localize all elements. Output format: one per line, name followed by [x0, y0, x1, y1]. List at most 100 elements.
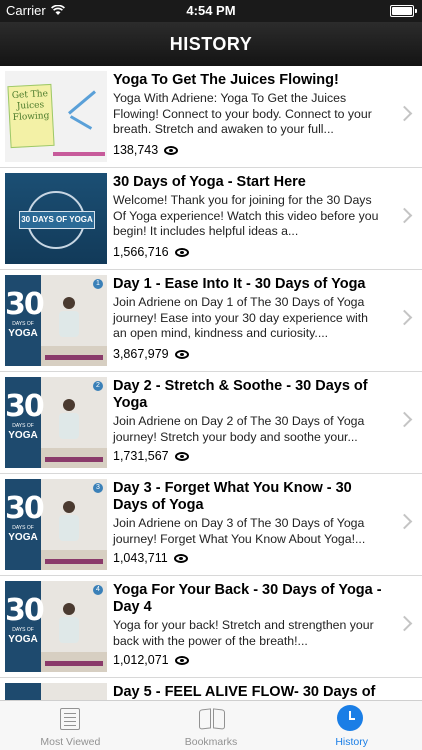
history-list[interactable]: Get The Juices Flowing Yoga To Get The J…: [0, 66, 422, 700]
video-description: Join Adriene on Day 3 of The 30 Days of …: [113, 516, 366, 546]
list-item[interactable]: Get The Juices Flowing Yoga To Get The J…: [0, 66, 422, 168]
list-item[interactable]: Day 5 - FEEL ALIVE FLOW- 30 Days of: [0, 678, 422, 700]
tab-label: History: [335, 736, 369, 748]
chevron-right-icon: [396, 207, 413, 224]
eye-icon: [174, 655, 189, 665]
yoga-mat: [45, 559, 103, 564]
thumbnail-yoga: YOGA: [8, 430, 38, 441]
yoga-figure-head: [63, 603, 75, 615]
day-badge: 1: [93, 279, 103, 289]
video-title: Yoga To Get The Juices Flowing!: [113, 72, 339, 88]
chevron-right-icon: [396, 309, 413, 326]
list-icon: [60, 708, 80, 730]
view-count: 138,743: [113, 143, 179, 157]
tab-history[interactable]: History: [281, 701, 422, 750]
list-item[interactable]: 30 DAYS OF YOGA 3 Day 3 - Forget What Yo…: [0, 474, 422, 576]
clock-icon: [337, 705, 364, 731]
list-item[interactable]: 30 DAYS OF YOGA 4 Yoga For Your Back - 3…: [0, 576, 422, 678]
video-title: Day 2 - Stretch & Soothe - 30 Days of Yo…: [113, 378, 368, 411]
day-badge: 2: [93, 381, 103, 391]
yoga-mat: [45, 355, 103, 360]
video-title: Day 5 - FEEL ALIVE FLOW- 30 Days of: [113, 684, 376, 700]
thumbnail-brand: 30 DAYS OF YOGA: [5, 377, 45, 468]
tab-bar: Most Viewed Bookmarks History: [0, 700, 422, 750]
yoga-figure-body: [59, 311, 79, 337]
yoga-figure-body: [59, 515, 79, 541]
thumbnail-days-of: DAYS OF: [12, 627, 34, 633]
view-count: 1,043,711: [113, 551, 188, 565]
tab-bookmarks[interactable]: Bookmarks: [141, 701, 282, 750]
list-item[interactable]: 30 DAYS OF YOGA 30 Days of Yoga - Start …: [0, 168, 422, 270]
view-count-value: 3,867,979: [113, 347, 169, 361]
view-count: 1,731,567: [113, 449, 189, 463]
yoga-figure-head: [63, 297, 75, 309]
view-count: 1,012,071: [113, 653, 189, 667]
video-info: Yoga For Your Back - 30 Days of Yoga - D…: [113, 582, 383, 649]
clock-time: 4:54 PM: [186, 3, 236, 18]
video-description: Yoga for your back! Stretch and strength…: [113, 618, 374, 648]
video-description: Join Adriene on Day 2 of The 30 Days of …: [113, 414, 365, 444]
video-thumbnail: 30 DAYS OF YOGA: [5, 173, 107, 264]
yoga-figure-head: [63, 399, 75, 411]
video-info: Day 5 - FEEL ALIVE FLOW- 30 Days of: [113, 684, 383, 700]
thumbnail-yoga: YOGA: [8, 532, 38, 543]
day-badge: 3: [93, 483, 103, 493]
video-title: Day 1 - Ease Into It - 30 Days of Yoga: [113, 276, 366, 292]
thumbnail-text: Get The Juices Flowing: [7, 83, 55, 149]
thumbnail-yoga: YOGA: [8, 328, 38, 339]
day-badge: 4: [93, 585, 103, 595]
view-count-value: 1,731,567: [113, 449, 169, 463]
video-thumbnail: 30 DAYS OF YOGA 3: [5, 479, 107, 570]
yoga-figure-body: [59, 413, 79, 439]
video-info: Day 3 - Forget What You Know - 30 Days o…: [113, 480, 383, 547]
video-description: Welcome! Thank you for joining for the 3…: [113, 193, 379, 238]
yoga-figure-leg: [69, 115, 93, 130]
navigation-bar: HISTORY: [0, 22, 422, 66]
thumbnail-days-of: DAYS OF: [12, 321, 34, 327]
thumbnail-text: 30 DAYS OF YOGA: [19, 211, 95, 229]
video-info: Day 1 - Ease Into It - 30 Days of Yoga J…: [113, 276, 383, 342]
video-info: Day 2 - Stretch & Soothe - 30 Days of Yo…: [113, 378, 383, 445]
video-info: Yoga To Get The Juices Flowing! Yoga Wit…: [113, 72, 383, 138]
chevron-right-icon: [396, 411, 413, 428]
yoga-figure-head: [63, 501, 75, 513]
view-count-value: 138,743: [113, 143, 159, 157]
video-thumbnail: 30 DAYS OF YOGA 4: [5, 581, 107, 672]
page-title: HISTORY: [169, 33, 253, 54]
thumbnail-yoga: YOGA: [8, 634, 38, 645]
thumbnail-number: 30: [5, 491, 45, 526]
video-thumbnail: 30 DAYS OF YOGA 2: [5, 377, 107, 468]
yoga-mat: [45, 661, 103, 666]
tab-label: Most Viewed: [40, 736, 101, 748]
video-description: Yoga With Adriene: Yoga To Get the Juice…: [113, 91, 372, 136]
status-bar: Carrier 4:54 PM: [0, 0, 422, 22]
yoga-mat: [53, 152, 105, 156]
video-info: 30 Days of Yoga - Start Here Welcome! Th…: [113, 174, 383, 240]
eye-icon: [174, 247, 189, 257]
tab-label: Bookmarks: [184, 736, 238, 748]
tab-most-viewed[interactable]: Most Viewed: [0, 701, 141, 750]
thumbnail-days-of: DAYS OF: [12, 525, 34, 531]
book-icon: [199, 709, 225, 729]
view-count-value: 1,012,071: [113, 653, 169, 667]
video-title: 30 Days of Yoga - Start Here: [113, 174, 306, 190]
eye-icon: [164, 145, 179, 155]
view-count: 1,566,716: [113, 245, 189, 259]
video-thumbnail: 30 DAYS OF YOGA 1: [5, 275, 107, 366]
battery-icon: [390, 5, 417, 17]
list-item[interactable]: 30 DAYS OF YOGA 2 Day 2 - Stretch & Soot…: [0, 372, 422, 474]
thumbnail-number: 30: [5, 593, 45, 628]
thumbnail-number: 30: [5, 389, 45, 424]
yoga-figure: [68, 90, 96, 115]
eye-icon: [173, 553, 188, 563]
video-title: Day 3 - Forget What You Know - 30 Days o…: [113, 480, 352, 513]
list-item[interactable]: 30 DAYS OF YOGA 1 Day 1 - Ease Into It -…: [0, 270, 422, 372]
view-count-value: 1,043,711: [113, 551, 168, 565]
thumbnail-number: 30: [5, 287, 45, 322]
thumbnail-days-of: DAYS OF: [12, 423, 34, 429]
video-description: Join Adriene on Day 1 of The 30 Days of …: [113, 295, 368, 340]
thumbnail-brand: 30 DAYS OF YOGA: [5, 581, 45, 672]
yoga-mat: [45, 457, 103, 462]
thumbnail-brand: 30 DAYS OF YOGA: [5, 479, 45, 570]
chevron-right-icon: [396, 615, 413, 632]
